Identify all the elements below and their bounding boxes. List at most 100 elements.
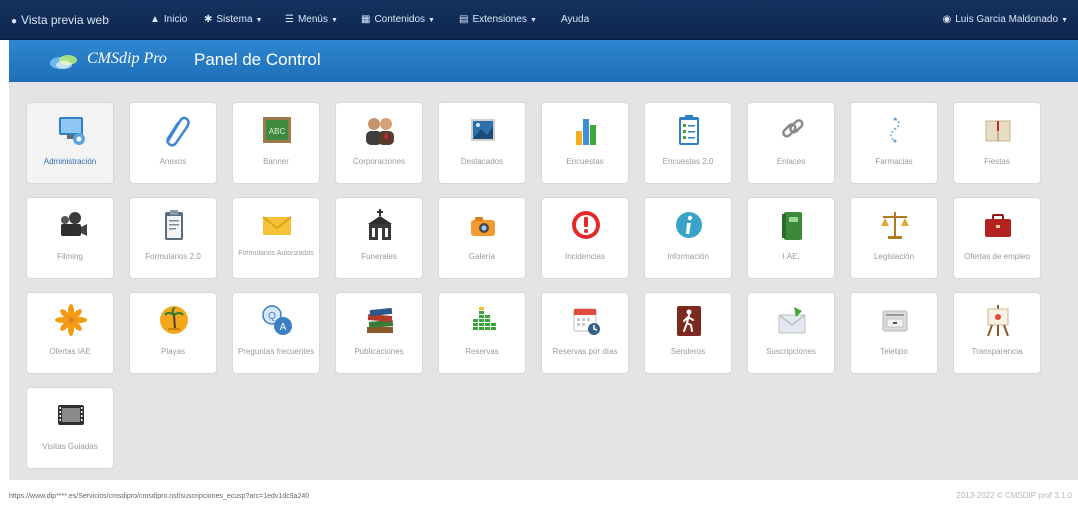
tile-destacados[interactable]: Destacados bbox=[438, 102, 526, 184]
dashboard-content: Administración Anexos ABC Banner Corpora… bbox=[9, 82, 1078, 480]
tile-farmacias[interactable]: Farmacias bbox=[850, 102, 938, 184]
caret-down-icon: ▼ bbox=[1061, 17, 1068, 24]
top-navbar: ● Vista previa web ▲ Inicio ✱ Sistema ▼ ☰ Men… bbox=[0, 0, 1078, 40]
tile-label: Encuestas bbox=[566, 157, 604, 166]
tile-label: Incidencias bbox=[564, 252, 606, 261]
caret-down-icon: ▼ bbox=[529, 17, 537, 24]
tile-reservas-dias[interactable]: Reservas por días bbox=[541, 292, 629, 374]
tile-label: Formularios 2.0 bbox=[145, 252, 201, 261]
tile-label: Corporaciones bbox=[352, 157, 406, 166]
tile-filming[interactable]: Filming bbox=[26, 197, 114, 279]
tile-preguntas-frecuentes[interactable]: QA Preguntas frecuentes bbox=[232, 292, 320, 374]
people-icon bbox=[360, 113, 400, 149]
equalizer-icon bbox=[463, 303, 503, 339]
tile-banner[interactable]: ABC Banner bbox=[232, 102, 320, 184]
tile-label: Formularios Autorizados bbox=[238, 250, 314, 257]
user-icon: ◉ bbox=[942, 14, 952, 25]
chain-link-icon bbox=[772, 113, 812, 149]
banner-icon: ABC bbox=[257, 113, 297, 149]
scales-icon bbox=[875, 208, 915, 244]
briefcase-icon bbox=[978, 208, 1018, 244]
tile-label: Banner bbox=[263, 157, 289, 166]
tile-reservas[interactable]: Reservas bbox=[438, 292, 526, 374]
tile-visitas-guiadas[interactable]: Visitas Guiadas bbox=[26, 387, 114, 469]
tile-incidencias[interactable]: Incidencias bbox=[541, 197, 629, 279]
star-burst-icon bbox=[51, 303, 91, 339]
cmsdip-logo-icon bbox=[50, 55, 77, 69]
page-title: Panel de Control bbox=[194, 50, 321, 69]
tile-label: Funerales bbox=[361, 252, 397, 261]
tile-label: Información bbox=[667, 252, 709, 261]
tile-senderos[interactable]: Senderos bbox=[644, 292, 732, 374]
tile-label: Destacados bbox=[460, 157, 504, 166]
book-icon bbox=[978, 113, 1018, 149]
mail-subscribe-icon bbox=[772, 303, 812, 339]
caret-down-icon: ▼ bbox=[255, 17, 263, 24]
tile-anexos[interactable]: Anexos bbox=[129, 102, 217, 184]
tile-encuestas[interactable]: Encuestas bbox=[541, 102, 629, 184]
status-bar-url: https://www.dip****.es/Servicios/cmsdipr… bbox=[9, 493, 310, 500]
brand-name[interactable]: CMSdip Pro bbox=[87, 50, 167, 68]
content-icon: ▦ bbox=[361, 14, 371, 25]
tile-legislacion[interactable]: Legislación bbox=[850, 197, 938, 279]
tile-playas[interactable]: Playas bbox=[129, 292, 217, 374]
footer-copyright: 2013-2022 © CMSDIP prof 3.1.0 bbox=[956, 491, 1072, 500]
info-icon bbox=[669, 208, 709, 244]
user-menu[interactable]: ◉ Luis Garcia Maldonado ▼ bbox=[942, 0, 1068, 40]
tile-publicaciones[interactable]: Publicaciones bbox=[335, 292, 423, 374]
qa-bubble-icon: QA bbox=[257, 303, 297, 339]
nav-menus[interactable]: ☰ Menús ▼ bbox=[285, 0, 338, 40]
tile-formularios-2[interactable]: Formularios 2.0 bbox=[129, 197, 217, 279]
tile-enlaces[interactable]: Enlaces bbox=[747, 102, 835, 184]
tile-encuestas-2[interactable]: Encuestas 2.0 bbox=[644, 102, 732, 184]
tile-label: Ofertas IAE bbox=[49, 347, 91, 356]
camera-icon bbox=[463, 208, 503, 244]
palm-tree-icon bbox=[154, 303, 194, 339]
paperclip-icon bbox=[154, 113, 194, 149]
header-banner: CMSdip Pro Panel de Control bbox=[9, 40, 1078, 82]
tile-iae[interactable]: I.AE. bbox=[747, 197, 835, 279]
tile-label: Encuestas 2.0 bbox=[662, 157, 714, 166]
tile-corporaciones[interactable]: Corporaciones bbox=[335, 102, 423, 184]
notebook-icon bbox=[772, 208, 812, 244]
tile-label: Playas bbox=[160, 347, 185, 356]
menu-bars-icon: ☰ bbox=[285, 14, 294, 25]
tile-ofertas-iae[interactable]: Ofertas IAE bbox=[26, 292, 114, 374]
globe-icon: ● bbox=[11, 16, 18, 27]
picture-icon bbox=[463, 113, 503, 149]
pharmacy-icon bbox=[875, 113, 915, 149]
books-icon bbox=[360, 303, 400, 339]
administration-icon bbox=[51, 113, 91, 149]
tile-galeria[interactable]: Galería bbox=[438, 197, 526, 279]
tile-teletipo[interactable]: Teletipo bbox=[850, 292, 938, 374]
clipboard-checklist-icon bbox=[669, 113, 709, 149]
calendar-clock-icon bbox=[566, 303, 606, 339]
tile-label: Senderos bbox=[670, 347, 706, 356]
caret-down-icon: ▼ bbox=[330, 17, 338, 24]
nav-contenidos[interactable]: ▦ Contenidos ▼ bbox=[361, 0, 435, 40]
nav-inicio[interactable]: ▲ Inicio bbox=[150, 0, 187, 40]
tile-fiestas[interactable]: Fiestas bbox=[953, 102, 1041, 184]
nav-extensiones[interactable]: ▤ Extensiones ▼ bbox=[459, 0, 537, 40]
caret-down-icon: ▼ bbox=[428, 17, 435, 24]
tile-transparencia[interactable]: Transparencia bbox=[953, 292, 1041, 374]
tile-label: Reservas por días bbox=[552, 347, 618, 356]
tile-label: Legislación bbox=[873, 252, 915, 261]
tile-label: Preguntas frecuentes bbox=[237, 347, 315, 356]
nav-sistema[interactable]: ✱ Sistema ▼ bbox=[204, 0, 262, 40]
tile-formularios-autorizados[interactable]: Formularios Autorizados bbox=[232, 197, 320, 279]
database-icon: ▤ bbox=[459, 14, 469, 25]
svg-text:ABC: ABC bbox=[269, 127, 286, 136]
nav-ayuda[interactable]: Ayuda bbox=[561, 0, 589, 40]
tile-informacion[interactable]: Información bbox=[644, 197, 732, 279]
tile-suscripciones[interactable]: Suscripciones bbox=[747, 292, 835, 374]
tile-label: Publicaciones bbox=[354, 347, 404, 356]
tile-label: Enlaces bbox=[776, 157, 806, 166]
church-icon bbox=[360, 208, 400, 244]
tile-ofertas-empleo[interactable]: Ofertas de empleo bbox=[953, 197, 1041, 279]
home-icon: ▲ bbox=[150, 14, 160, 25]
tile-funerales[interactable]: Funerales bbox=[335, 197, 423, 279]
web-preview-link[interactable]: ● Vista previa web bbox=[11, 0, 109, 40]
tile-administracion[interactable]: Administración bbox=[26, 102, 114, 184]
tile-label: Ofertas de empleo bbox=[964, 252, 1030, 261]
